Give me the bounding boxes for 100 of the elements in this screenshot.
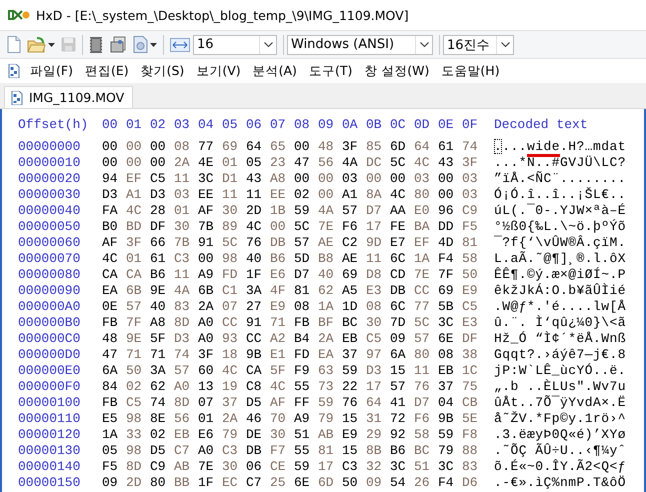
hex-byte[interactable]: 2A: [318, 331, 342, 347]
decoded-text[interactable]: êkžJkÁ:O.b¥ãÛÌié: [494, 283, 626, 299]
hex-byte[interactable]: 4A: [342, 155, 366, 171]
hex-byte[interactable]: F9: [294, 363, 318, 379]
hex-byte[interactable]: 98: [126, 411, 150, 427]
hex-byte[interactable]: E0: [414, 203, 438, 219]
hex-byte[interactable]: A8: [150, 315, 174, 331]
menu-item[interactable]: 파일(F): [24, 60, 79, 82]
hex-byte[interactable]: EE: [270, 187, 294, 203]
hex-byte[interactable]: 7F: [438, 267, 462, 283]
hex-byte[interactable]: 00: [102, 155, 126, 171]
hex-byte[interactable]: D6: [462, 475, 486, 491]
hex-byte[interactable]: 09: [102, 475, 126, 491]
hex-byte[interactable]: F6: [342, 219, 366, 235]
hex-byte[interactable]: 5C: [390, 155, 414, 171]
hex-byte[interactable]: DB: [270, 235, 294, 251]
hex-byte[interactable]: D7: [414, 395, 438, 411]
hex-byte[interactable]: 76: [246, 235, 270, 251]
hex-byte[interactable]: 08: [174, 139, 198, 155]
hex-byte[interactable]: 62: [318, 283, 342, 299]
hex-byte[interactable]: A1: [342, 187, 366, 203]
hex-byte[interactable]: 64: [414, 139, 438, 155]
hex-byte[interactable]: EF: [414, 235, 438, 251]
hex-byte[interactable]: 81: [318, 443, 342, 459]
hex-byte[interactable]: 08: [294, 299, 318, 315]
hex-byte[interactable]: 00: [318, 187, 342, 203]
hex-byte[interactable]: 79: [438, 443, 462, 459]
hex-byte[interactable]: A9: [198, 267, 222, 283]
hex-byte[interactable]: 8A: [366, 187, 390, 203]
hex-byte[interactable]: 4E: [198, 155, 222, 171]
hex-byte[interactable]: E6: [198, 427, 222, 443]
hex-byte[interactable]: 04: [438, 395, 462, 411]
hex-byte[interactable]: 02: [126, 379, 150, 395]
hex-byte[interactable]: F4: [438, 251, 462, 267]
hex-byte[interactable]: 03: [174, 187, 198, 203]
hex-byte[interactable]: 09: [390, 331, 414, 347]
hex-byte[interactable]: 76: [414, 379, 438, 395]
hex-byte[interactable]: 4C: [102, 251, 126, 267]
hex-byte[interactable]: 5C: [294, 219, 318, 235]
hex-byte[interactable]: 11: [246, 187, 270, 203]
hex-byte[interactable]: C8: [246, 379, 270, 395]
hex-byte[interactable]: 05: [246, 155, 270, 171]
hex-byte[interactable]: 5F: [150, 331, 174, 347]
hex-byte[interactable]: 4D: [438, 235, 462, 251]
hex-byte[interactable]: 00: [126, 139, 150, 155]
hex-byte[interactable]: 15: [390, 363, 414, 379]
hex-byte[interactable]: 07: [198, 395, 222, 411]
hex-byte[interactable]: 1A: [318, 299, 342, 315]
hex-byte[interactable]: 00: [150, 139, 174, 155]
hex-byte[interactable]: 28: [150, 203, 174, 219]
hex-byte[interactable]: 77: [198, 139, 222, 155]
hex-byte[interactable]: 51: [414, 459, 438, 475]
hex-byte[interactable]: DF: [462, 331, 486, 347]
hex-byte[interactable]: B8: [318, 251, 342, 267]
hex-byte[interactable]: 2D: [246, 203, 270, 219]
hex-byte[interactable]: DE: [246, 427, 270, 443]
decoded-text[interactable]: õ.É«~0.ÎY.Ã2<Q<ƒ: [494, 459, 626, 475]
hex-byte[interactable]: CA: [126, 267, 150, 283]
hex-byte[interactable]: C9: [462, 203, 486, 219]
menu-item[interactable]: 찾기(S): [134, 60, 190, 82]
hex-byte[interactable]: B6: [270, 251, 294, 267]
hex-byte[interactable]: AE: [318, 235, 342, 251]
hex-byte[interactable]: 37: [222, 395, 246, 411]
hex-byte[interactable]: 00: [102, 139, 126, 155]
hex-byte[interactable]: 17: [318, 459, 342, 475]
hex-byte[interactable]: C3: [222, 443, 246, 459]
hex-byte[interactable]: 00: [390, 171, 414, 187]
decoded-text[interactable]: .˜ÕÇ ÃÛ÷U..‹¶¼yˆ: [494, 443, 626, 459]
hex-byte[interactable]: 51: [294, 427, 318, 443]
hex-byte[interactable]: 27: [246, 299, 270, 315]
hex-byte[interactable]: E9: [462, 283, 486, 299]
hex-byte[interactable]: A0: [198, 315, 222, 331]
hex-byte[interactable]: 73: [318, 379, 342, 395]
hex-byte[interactable]: A5: [342, 283, 366, 299]
hex-byte[interactable]: 43: [438, 155, 462, 171]
hex-byte[interactable]: 6B: [198, 283, 222, 299]
hex-byte[interactable]: 00: [270, 219, 294, 235]
hex-byte[interactable]: A0: [174, 379, 198, 395]
hex-byte[interactable]: EE: [198, 187, 222, 203]
hex-byte[interactable]: 4C: [222, 363, 246, 379]
hex-byte[interactable]: 5B: [438, 299, 462, 315]
hex-byte[interactable]: 40: [246, 251, 270, 267]
decoded-text[interactable]: ûÅt..7Õ¯ÿYvdA×.Ë: [494, 395, 626, 411]
hex-byte[interactable]: CD: [390, 267, 414, 283]
hex-byte[interactable]: CB: [462, 395, 486, 411]
hex-byte[interactable]: C7: [246, 475, 270, 491]
hex-byte[interactable]: 57: [414, 331, 438, 347]
decoded-text[interactable]: L.aÃ.˜@¶]¸®.l.ôX: [494, 251, 626, 267]
hex-byte[interactable]: 79: [222, 427, 246, 443]
hex-byte[interactable]: 98: [126, 443, 150, 459]
hex-byte[interactable]: 4C: [390, 187, 414, 203]
decoded-text[interactable]: .W@ƒ*.'é....lw[Å: [494, 299, 626, 315]
hex-byte[interactable]: 8D: [174, 395, 198, 411]
hex-byte[interactable]: 4F: [270, 283, 294, 299]
hex-byte[interactable]: 98: [222, 251, 246, 267]
hex-byte[interactable]: 48: [102, 331, 126, 347]
hex-byte[interactable]: 80: [414, 187, 438, 203]
hex-byte[interactable]: 19: [222, 379, 246, 395]
hex-byte[interactable]: 6B: [126, 283, 150, 299]
hex-byte[interactable]: EA: [318, 347, 342, 363]
